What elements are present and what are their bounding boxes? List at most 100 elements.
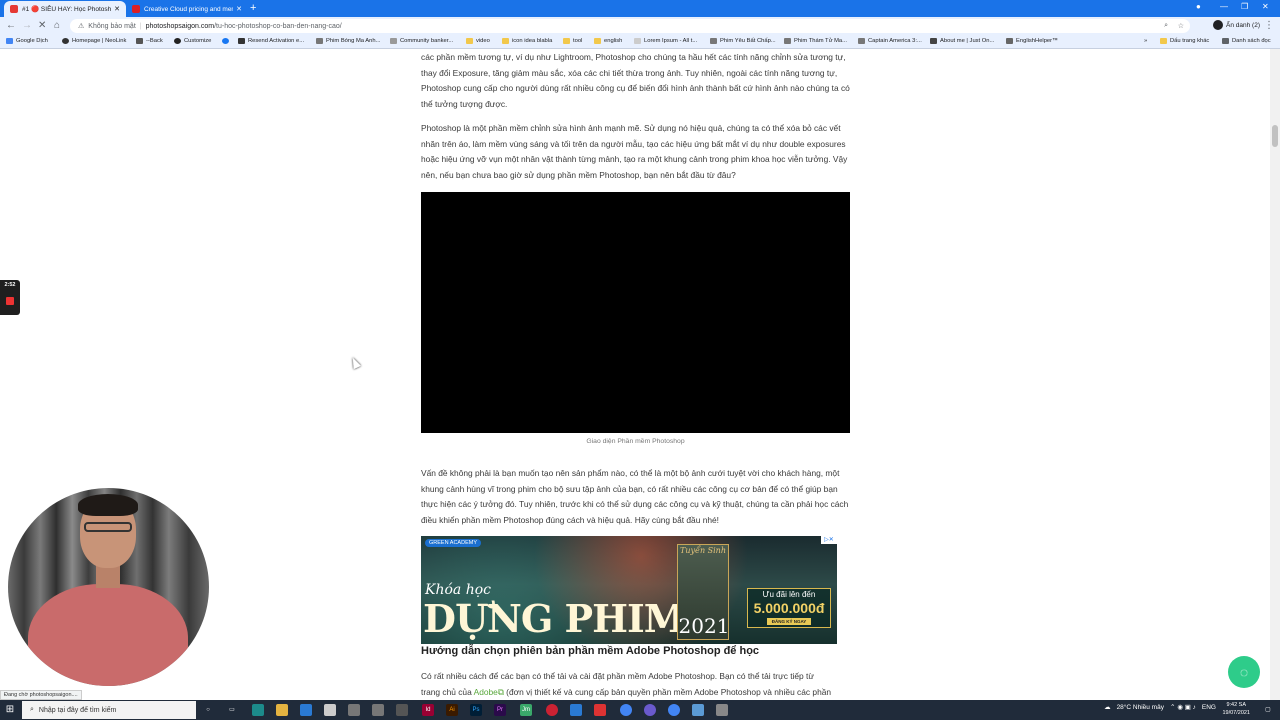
language-indicator[interactable]: ENG [1202,704,1216,711]
premiere-icon[interactable]: Pr [494,704,506,716]
bookmark-item[interactable]: Phim Bóng Ma Anh... [316,38,380,44]
page-scrollbar[interactable] [1270,49,1280,700]
app-icon[interactable] [644,704,656,716]
opera-icon[interactable] [546,704,558,716]
bookmark-label: Lorem Ipsum - All t... [644,38,698,44]
extension-icon[interactable]: ● [1196,2,1201,11]
bookmark-item[interactable]: About me | Just On... [930,38,994,44]
bookmark-folder[interactable]: video [466,38,490,44]
incognito-profile[interactable]: Ẩn danh (2) [1213,20,1260,30]
back-arrow-icon[interactable]: ← [6,20,16,31]
app-icon[interactable] [692,704,704,716]
stop-recording-icon[interactable] [6,297,14,305]
bookmark-item[interactable]: Homepage | NeoLink [62,38,126,44]
address-bar[interactable]: ⚠ Không bảo mật | photoshopsaigon.com /t… [70,19,1190,33]
bookmark-item[interactable]: Captain America 3:... [858,38,922,44]
bookmark-folder[interactable]: english [594,38,622,44]
menu-icon[interactable]: ⋮ [1264,20,1274,31]
film-icon [858,38,865,44]
bookmark-item[interactable]: Community banker... [390,38,453,44]
tray-icons[interactable]: ⌃ ◉ ▣ ♪ [1170,703,1196,711]
window-close-icon[interactable]: ✕ [1262,2,1269,11]
home-icon[interactable]: ⌂ [54,20,60,31]
bookmark-item[interactable]: Lorem Ipsum - All t... [634,38,697,44]
app-icon[interactable] [594,704,606,716]
chrome-icon[interactable] [668,704,680,716]
lorem-icon [634,38,641,44]
resend-icon [238,38,245,44]
bookmark-item[interactable]: Google Dịch [6,38,48,44]
bookmark-folder[interactable]: Dấu trang khác [1160,38,1209,44]
store-icon[interactable] [324,704,336,716]
cortana-icon[interactable]: ○ [202,704,214,716]
task-view-icon[interactable]: ▭ [226,704,238,716]
bookmark-item[interactable] [222,38,232,44]
app-icon[interactable] [570,704,582,716]
bookmark-item[interactable]: --Back [136,38,163,44]
photoshop-icon[interactable]: Ps [470,704,482,716]
zoom-icon[interactable]: ⌕ [1164,22,1168,30]
bookmark-folder[interactable]: icon idea blabla [502,38,552,44]
scrollbar-thumb[interactable] [1272,125,1278,147]
app-icon[interactable] [252,704,264,716]
weather-icon[interactable]: ☁ [1104,703,1111,711]
folder-icon [1160,38,1167,44]
ad-register-button[interactable]: ĐĂNG KÝ NGAY [767,618,811,625]
reading-list-icon [1222,38,1229,44]
tab-label: #1 🔴 SIÊU HAY: Học Photoshop [22,6,112,13]
notifications-icon[interactable]: ▢ [1262,704,1274,716]
bookmark-item[interactable]: EnglishHelper™ [1006,38,1058,44]
adobe-link[interactable]: Adobe [474,687,498,697]
chrome-icon[interactable] [620,704,632,716]
article-paragraph: Photoshop là một phần mềm chỉnh sửa hình… [421,123,848,180]
bookmark-label: video [476,38,490,44]
indesign-icon[interactable]: Id [422,704,434,716]
ad-brand-badge: GREEN ACADEMY [425,539,481,547]
clock[interactable]: 9:42 SA 19/07/2021 [1222,701,1250,717]
forward-arrow-icon[interactable]: → [22,20,32,31]
app-icon[interactable] [396,704,408,716]
bookmarks-bar: Google Dịch Homepage | NeoLink --Back Cu… [0,35,1280,49]
folder-icon [502,38,509,44]
chat-button[interactable]: ◌ [1228,656,1260,688]
tab-creative-cloud[interactable]: Creative Cloud pricing and memb ✕ [126,1,248,17]
search-placeholder: Nhập tại đây để tìm kiếm [38,706,117,714]
ad-headline: DỰNG PHIM [423,596,686,641]
plane-icon [930,38,937,44]
app-icon[interactable] [348,704,360,716]
file-explorer-icon[interactable] [276,704,288,716]
bookmark-item[interactable]: Customize [174,38,211,44]
windows-taskbar: ⊞ ⌕ Nhập tại đây để tìm kiếm ○ ▭ Id Ai P… [0,700,1280,720]
minimize-icon[interactable]: — [1220,2,1228,11]
more-bookmarks-icon[interactable]: » [1144,38,1147,44]
app-icon[interactable] [716,704,728,716]
app-icon[interactable] [372,704,384,716]
bookmark-item[interactable]: Phim Thám Tử Ma... [784,38,847,44]
loading-stop-icon[interactable]: ✕ [38,20,46,31]
app-icon[interactable]: Jm [520,704,532,716]
illustrator-icon[interactable]: Ai [446,704,458,716]
mail-icon[interactable] [300,704,312,716]
warning-icon[interactable]: ⚠ [78,22,84,30]
bookmark-folder[interactable]: tool [563,38,582,44]
course-ad-banner[interactable]: GREEN ACADEMY Khóa học DỰNG PHIM Tuyển S… [421,536,837,644]
maximize-icon[interactable]: ❐ [1241,2,1248,11]
windows-start-icon[interactable]: ⊞ [4,704,16,716]
presenter-glasses [84,522,132,532]
bookmark-item[interactable]: Resend Activation e... [238,38,304,44]
folder-icon [594,38,601,44]
recording-widget[interactable]: 2:52 [0,280,20,315]
bookmark-star-icon[interactable]: ☆ [1178,22,1184,30]
adobe-favicon-icon [132,5,140,13]
taskbar-search[interactable]: ⌕ Nhập tại đây để tìm kiếm [22,701,196,719]
new-tab-button[interactable]: + [250,2,256,14]
close-icon[interactable]: ✕ [114,5,120,13]
reading-list[interactable]: Danh sách đọc [1222,38,1271,44]
bookmark-label: Google Dịch [16,38,48,44]
tab-hoc-photoshop[interactable]: #1 🔴 SIÊU HAY: Học Photoshop ✕ [4,1,126,17]
close-icon[interactable]: ✕ [236,5,242,13]
ad-close-icon[interactable]: ▷✕ [821,536,837,544]
bookmark-item[interactable]: Phim Yêu Bất Chấp... [710,38,776,44]
weather-label[interactable]: 28°C Nhiều mây [1117,704,1164,711]
video-player[interactable] [421,192,850,433]
